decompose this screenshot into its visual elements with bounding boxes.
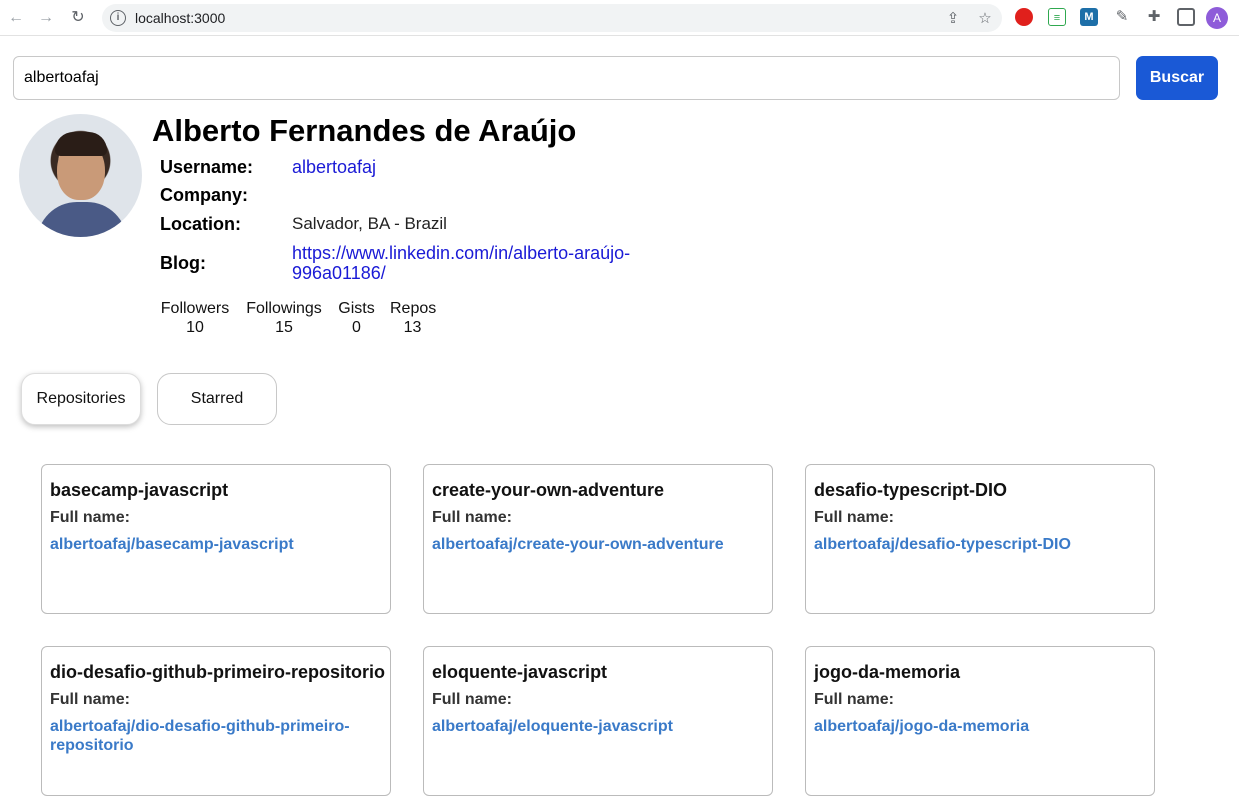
repo-card[interactable]: dio-desafio-github-primeiro-repositorio … bbox=[41, 646, 391, 796]
stat-label: Repos bbox=[390, 300, 437, 317]
stat-label: Followers bbox=[160, 300, 230, 317]
address-url[interactable]: localhost:3000 bbox=[135, 10, 225, 26]
blog-link[interactable]: https://www.linkedin.com/in/alberto-araú… bbox=[292, 243, 672, 283]
tab-starred[interactable]: Starred bbox=[157, 373, 277, 425]
stat-repos: Repos 13 bbox=[390, 299, 437, 337]
tab-repositories[interactable]: Repositories bbox=[21, 373, 141, 425]
extensions-puzzle-icon[interactable]: ✚ bbox=[1145, 8, 1163, 26]
repo-name: desafio-typescript-DIO bbox=[814, 480, 1008, 500]
repo-name: jogo-da-memoria bbox=[814, 662, 961, 682]
forward-icon[interactable]: → bbox=[36, 8, 56, 28]
full-name-label: Full name: bbox=[432, 509, 513, 526]
address-bar[interactable]: i localhost:3000 ⇪ ☆ bbox=[102, 4, 1002, 32]
stat-followers: Followers 10 bbox=[160, 299, 230, 337]
profile-avatar[interactable]: A bbox=[1206, 7, 1228, 29]
stat-value: 10 bbox=[186, 319, 204, 336]
back-icon[interactable]: ← bbox=[6, 8, 26, 28]
repo-name: dio-desafio-github-primeiro-repositorio bbox=[50, 662, 385, 682]
repo-full-name-link[interactable]: albertoafaj/desafio-typescript-DIO bbox=[814, 536, 1071, 553]
repo-card[interactable]: create-your-own-adventure Full name: alb… bbox=[423, 464, 773, 614]
browser-toolbar: ← → ↻ i localhost:3000 ⇪ ☆ ≡ M ✎ ✚ A bbox=[0, 0, 1239, 36]
stat-label: Gists bbox=[338, 300, 375, 317]
stat-label: Followings bbox=[246, 300, 322, 317]
search-button[interactable]: Buscar bbox=[1136, 56, 1218, 100]
repo-card[interactable]: eloquente-javascript Full name: albertoa… bbox=[423, 646, 773, 796]
share-icon[interactable]: ⇪ bbox=[944, 10, 962, 28]
repo-name: basecamp-javascript bbox=[50, 480, 229, 500]
repo-card[interactable]: basecamp-javascript Full name: albertoaf… bbox=[41, 464, 391, 614]
full-name-label: Full name: bbox=[50, 691, 131, 708]
bookmark-star-icon[interactable]: ☆ bbox=[976, 10, 994, 28]
user-name: Alberto Fernandes de Araújo bbox=[152, 113, 577, 148]
full-name-label: Full name: bbox=[814, 509, 895, 526]
extension-m-icon[interactable]: M bbox=[1080, 8, 1098, 26]
repo-name: eloquente-javascript bbox=[432, 662, 608, 682]
reload-icon[interactable]: ↻ bbox=[68, 8, 88, 28]
search-input[interactable] bbox=[13, 56, 1120, 100]
full-name-label: Full name: bbox=[50, 509, 131, 526]
repo-card[interactable]: jogo-da-memoria Full name: albertoafaj/j… bbox=[805, 646, 1155, 796]
user-avatar bbox=[19, 114, 142, 237]
username-link[interactable]: albertoafaj bbox=[292, 157, 376, 178]
extension-eyedropper-icon[interactable]: ✎ bbox=[1113, 8, 1131, 26]
stat-value: 0 bbox=[352, 319, 361, 336]
side-panel-icon[interactable] bbox=[1177, 8, 1195, 26]
site-info-icon[interactable]: i bbox=[110, 10, 126, 26]
stat-value: 15 bbox=[275, 319, 293, 336]
repo-full-name-link[interactable]: albertoafaj/create-your-own-adventure bbox=[432, 536, 724, 553]
location-label: Location: bbox=[160, 214, 241, 234]
location-value: Salvador, BA - Brazil bbox=[292, 214, 447, 233]
full-name-label: Full name: bbox=[814, 691, 895, 708]
extension-chat-icon[interactable]: ≡ bbox=[1048, 8, 1066, 26]
repo-full-name-link[interactable]: albertoafaj/eloquente-javascript bbox=[432, 718, 673, 735]
repo-card[interactable]: desafio-typescript-DIO Full name: albert… bbox=[805, 464, 1155, 614]
blog-label: Blog: bbox=[160, 253, 206, 273]
repo-full-name-link[interactable]: albertoafaj/dio-desafio-github-primeiro-… bbox=[50, 718, 350, 754]
username-label: Username: bbox=[160, 157, 254, 177]
repo-name: create-your-own-adventure bbox=[432, 480, 665, 500]
company-label: Company: bbox=[160, 185, 249, 205]
extension-red-icon[interactable] bbox=[1015, 8, 1033, 26]
full-name-label: Full name: bbox=[432, 691, 513, 708]
stat-gists: Gists 0 bbox=[338, 299, 375, 337]
repo-full-name-link[interactable]: albertoafaj/jogo-da-memoria bbox=[814, 718, 1029, 735]
stat-value: 13 bbox=[403, 319, 422, 336]
repo-full-name-link[interactable]: albertoafaj/basecamp-javascript bbox=[50, 536, 294, 553]
stat-followings: Followings 15 bbox=[245, 299, 323, 337]
